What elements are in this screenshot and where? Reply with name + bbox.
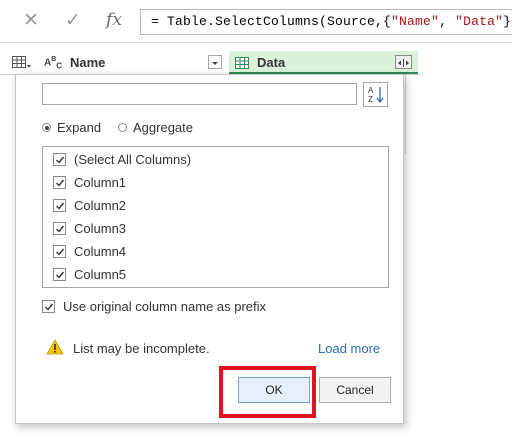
column-option[interactable]: Column5 (53, 265, 126, 283)
warning-icon (46, 339, 64, 358)
commit-formula-button[interactable]: ✓ (61, 11, 85, 31)
ok-button[interactable]: OK (238, 377, 310, 403)
expand-radio[interactable]: Expand (42, 120, 101, 135)
formula-text: = Table.SelectColumns(Source,{"Name", "D… (151, 14, 512, 29)
insert-function-button[interactable]: fx (102, 10, 126, 30)
column-header-name[interactable]: ABC Name (0, 51, 230, 74)
search-columns-input[interactable] (42, 83, 357, 105)
radio-icon (42, 123, 51, 132)
column-option-label: Column1 (74, 174, 127, 190)
svg-text:Z: Z (368, 95, 373, 104)
column-option-select-all[interactable]: (Select All Columns) (53, 150, 191, 168)
warning-text: List may be incomplete. (73, 341, 210, 356)
grid-column-edge (405, 74, 419, 154)
column-header-label: Data (257, 55, 286, 70)
cancel-button[interactable]: Cancel (319, 377, 391, 403)
table-type-icon (235, 56, 249, 74)
load-more-link[interactable]: Load more (318, 341, 380, 356)
checkbox-checked-icon (53, 152, 66, 166)
grid-header: ABC Name Data (0, 51, 420, 75)
svg-text:A: A (368, 86, 374, 95)
column-option-label: (Select All Columns) (74, 151, 192, 167)
radio-icon (118, 123, 127, 132)
checkbox-checked-icon (53, 267, 66, 281)
checkbox-checked-icon (53, 175, 66, 189)
column-option[interactable]: Column2 (53, 196, 126, 214)
incomplete-list-warning: List may be incomplete. (46, 339, 210, 358)
expand-column-dropdown: A Z Expand Aggregate (Select All Columns… (15, 74, 404, 424)
aggregate-label: Aggregate (133, 120, 193, 135)
formula-input[interactable]: = Table.SelectColumns(Source,{"Name", "D… (140, 9, 512, 35)
column-header-data[interactable]: Data (229, 51, 418, 74)
checkbox-checked-icon (53, 198, 66, 212)
checkbox-checked-icon (53, 221, 66, 235)
column-list: (Select All Columns) Column1 Column2 Col… (42, 146, 389, 288)
column-header-label: Name (70, 55, 106, 70)
column-option-label: Column3 (74, 220, 127, 236)
column-option[interactable]: Column3 (53, 219, 126, 237)
text-type-icon[interactable]: ABC (44, 56, 62, 70)
table-menu-icon[interactable] (12, 56, 32, 75)
checkbox-checked-icon (53, 244, 66, 258)
filter-dropdown-icon[interactable] (208, 55, 222, 69)
column-option[interactable]: Column4 (53, 242, 126, 260)
sort-az-button[interactable]: A Z (363, 82, 388, 107)
column-option-label: Column5 (74, 266, 127, 282)
cancel-formula-button[interactable]: ✕ (19, 11, 43, 31)
expand-column-icon[interactable] (395, 55, 412, 69)
sort-az-icon: A Z (368, 86, 384, 104)
expand-label: Expand (57, 120, 102, 135)
column-option-label: Column2 (74, 197, 127, 213)
aggregate-radio[interactable]: Aggregate (118, 120, 193, 135)
formula-bar: ✕ ✓ fx = Table.SelectColumns(Source,{"Na… (0, 0, 512, 43)
prefix-label: Use original column name as prefix (63, 299, 267, 314)
column-option-label: Column4 (74, 243, 127, 259)
checkbox-checked-icon (42, 300, 55, 313)
prefix-checkbox[interactable]: Use original column name as prefix (42, 299, 266, 314)
column-option[interactable]: Column1 (53, 173, 126, 191)
